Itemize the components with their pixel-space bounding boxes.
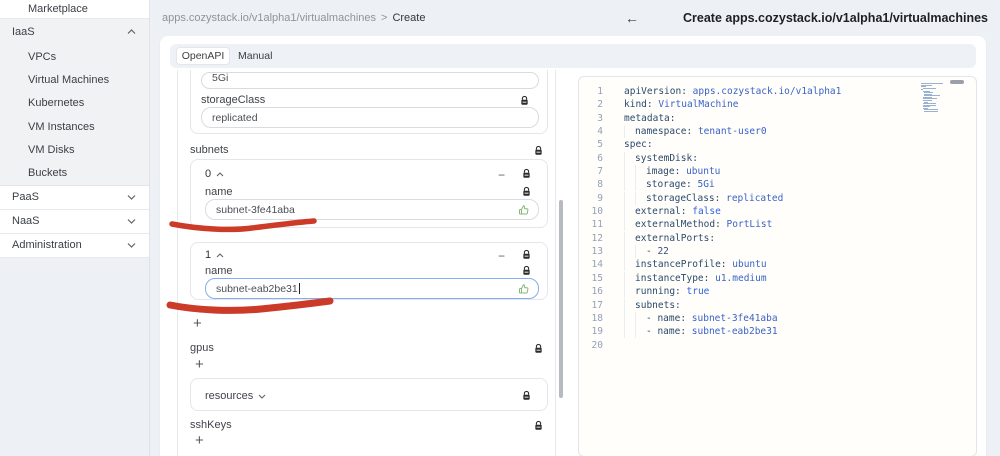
subnet-item-1-card: 1 − name subnet-eab2be31 bbox=[190, 242, 548, 300]
sidebar-item-label: VM Instances bbox=[28, 120, 95, 133]
subnet-item-1-index: 1 bbox=[205, 249, 212, 261]
sidebar-item-virtual-machines[interactable]: Virtual Machines bbox=[0, 68, 149, 91]
resources-card: resources bbox=[190, 378, 548, 411]
chevron-up-icon bbox=[216, 168, 224, 180]
form-pane: 5Gi storageClass replicated subnets 0 − bbox=[160, 70, 570, 456]
sidebar-group-iaas: IaaS VPCs Virtual Machines Kubernetes VM… bbox=[0, 19, 149, 186]
chevron-down-icon bbox=[258, 390, 266, 402]
sidebar-item-marketplace[interactable]: Marketplace bbox=[0, 0, 149, 19]
subnet-item-1-header[interactable]: 1 bbox=[205, 249, 224, 261]
page: Marketplace IaaS VPCs Virtual Machines K… bbox=[0, 0, 1000, 456]
editor-gutter: 1 2 3 4 5 6 7 8 9 10 11 12 13 14 15 16 17 18 19 20 bbox=[591, 86, 603, 351]
sidebar-item-label: VM Disks bbox=[28, 143, 75, 156]
lock-icon[interactable] bbox=[522, 186, 531, 197]
subnet-name-input-0-value: subnet-3fe41aba bbox=[216, 203, 295, 216]
subnet-name-input-1-value: subnet-eab2be31 bbox=[216, 282, 298, 295]
sidebar-item-vm-instances[interactable]: VM Instances bbox=[0, 115, 149, 138]
tab-manual[interactable]: Manual bbox=[238, 47, 272, 65]
tab-label: OpenAPI bbox=[181, 50, 225, 62]
tab-openapi[interactable]: OpenAPI bbox=[176, 47, 230, 65]
sidebar-item-label: Kubernetes bbox=[28, 97, 85, 110]
sidebar-item-buckets[interactable]: Buckets bbox=[0, 161, 149, 184]
storageclass-input[interactable]: replicated bbox=[201, 107, 539, 128]
subnet-item-0-header[interactable]: 0 bbox=[205, 168, 224, 180]
thumbs-up-icon bbox=[518, 204, 530, 216]
add-gpu-button[interactable]: + bbox=[195, 357, 204, 372]
tab-label: Manual bbox=[238, 50, 273, 62]
subnet-name-input-1[interactable]: subnet-eab2be31 bbox=[205, 278, 539, 299]
page-title-bar: ← Create apps.cozystack.io/v1alpha1/virt… bbox=[625, 10, 988, 26]
sidebar-item-vm-disks[interactable]: VM Disks bbox=[0, 138, 149, 161]
sidebar-group-header-administration[interactable]: Administration bbox=[0, 233, 149, 258]
back-arrow-icon[interactable]: ← bbox=[625, 10, 639, 26]
text-cursor bbox=[298, 283, 300, 294]
subnet-item-0-index: 0 bbox=[205, 168, 212, 180]
lock-icon[interactable] bbox=[534, 420, 543, 431]
sidebar-group-label: PaaS bbox=[12, 191, 39, 204]
editor-minimap[interactable] bbox=[921, 83, 949, 114]
add-subnet-button[interactable]: + bbox=[193, 316, 202, 331]
sidebar-item-label: Virtual Machines bbox=[28, 73, 110, 86]
subnet-item-0-card: 0 − name subnet-3fe41aba bbox=[190, 159, 548, 228]
subnet-name-label: name bbox=[205, 186, 233, 198]
yaml-editor[interactable]: 1 2 3 4 5 6 7 8 9 10 11 12 13 14 15 16 17 18 19 20 apiVersi… bbox=[578, 76, 977, 456]
sidebar-item-label: Buckets bbox=[28, 167, 68, 180]
resources-toggle[interactable]: resources bbox=[205, 379, 266, 412]
thumbs-up-icon bbox=[518, 283, 530, 295]
editor-scrollbar-thumb[interactable] bbox=[950, 80, 964, 84]
subnets-label: subnets bbox=[190, 144, 229, 156]
sidebar-group-label: NaaS bbox=[12, 215, 40, 228]
storageclass-input-value: replicated bbox=[212, 111, 258, 124]
form-scrollbar-thumb[interactable] bbox=[559, 200, 563, 398]
add-sshkey-button[interactable]: + bbox=[195, 433, 204, 448]
storage-input[interactable]: 5Gi bbox=[201, 72, 539, 89]
subnet-name-input-0[interactable]: subnet-3fe41aba bbox=[205, 199, 539, 220]
chevron-down-icon bbox=[127, 218, 136, 225]
sidebar-item-vpcs[interactable]: VPCs bbox=[0, 45, 149, 68]
lock-icon[interactable] bbox=[522, 249, 531, 260]
sidebar-group-header-iaas[interactable]: IaaS bbox=[0, 19, 149, 45]
chevron-up-icon bbox=[127, 29, 136, 35]
breadcrumb-separator: > bbox=[381, 12, 388, 24]
breadcrumb-current: Create bbox=[392, 12, 426, 24]
breadcrumb-path[interactable]: apps.cozystack.io/v1alpha1/virtualmachin… bbox=[162, 12, 376, 24]
lock-icon[interactable] bbox=[534, 343, 543, 354]
sidebar-group-label: Administration bbox=[12, 239, 82, 252]
systemdisk-card: 5Gi storageClass replicated bbox=[190, 70, 548, 134]
chevron-up-icon bbox=[216, 249, 224, 261]
sidebar-item-label: Marketplace bbox=[28, 3, 88, 15]
tab-strip bbox=[170, 44, 976, 68]
resources-label: resources bbox=[205, 389, 254, 402]
chevron-down-icon bbox=[127, 194, 136, 201]
lock-icon[interactable] bbox=[520, 95, 529, 106]
storageclass-label: storageClass bbox=[201, 94, 266, 106]
code-lines: apiVersion: apps.cozystack.io/v1alpha1 ki… bbox=[624, 86, 842, 339]
sidebar-item-kubernetes[interactable]: Kubernetes bbox=[0, 92, 149, 115]
breadcrumb: apps.cozystack.io/v1alpha1/virtualmachin… bbox=[162, 12, 425, 24]
lock-icon[interactable] bbox=[522, 265, 531, 276]
sidebar-group-label: IaaS bbox=[12, 26, 35, 38]
sidebar-item-label: VPCs bbox=[28, 50, 57, 63]
lock-icon[interactable] bbox=[534, 145, 543, 156]
sshkeys-label: sshKeys bbox=[190, 419, 232, 431]
chevron-down-icon bbox=[127, 242, 136, 249]
remove-item-button[interactable]: − bbox=[498, 250, 505, 262]
sidebar-group-header-naas[interactable]: NaaS bbox=[0, 209, 149, 234]
sidebar-group-header-paas[interactable]: PaaS bbox=[0, 185, 149, 210]
storage-input-value: 5Gi bbox=[212, 72, 229, 84]
page-title: Create apps.cozystack.io/v1alpha1/virtua… bbox=[683, 11, 988, 25]
subnet-name-label: name bbox=[205, 265, 233, 277]
gpus-label: gpus bbox=[190, 342, 214, 354]
lock-icon[interactable] bbox=[522, 168, 531, 179]
lock-icon[interactable] bbox=[522, 390, 531, 401]
sidebar: Marketplace IaaS VPCs Virtual Machines K… bbox=[0, 0, 150, 456]
remove-item-button[interactable]: − bbox=[498, 169, 505, 181]
